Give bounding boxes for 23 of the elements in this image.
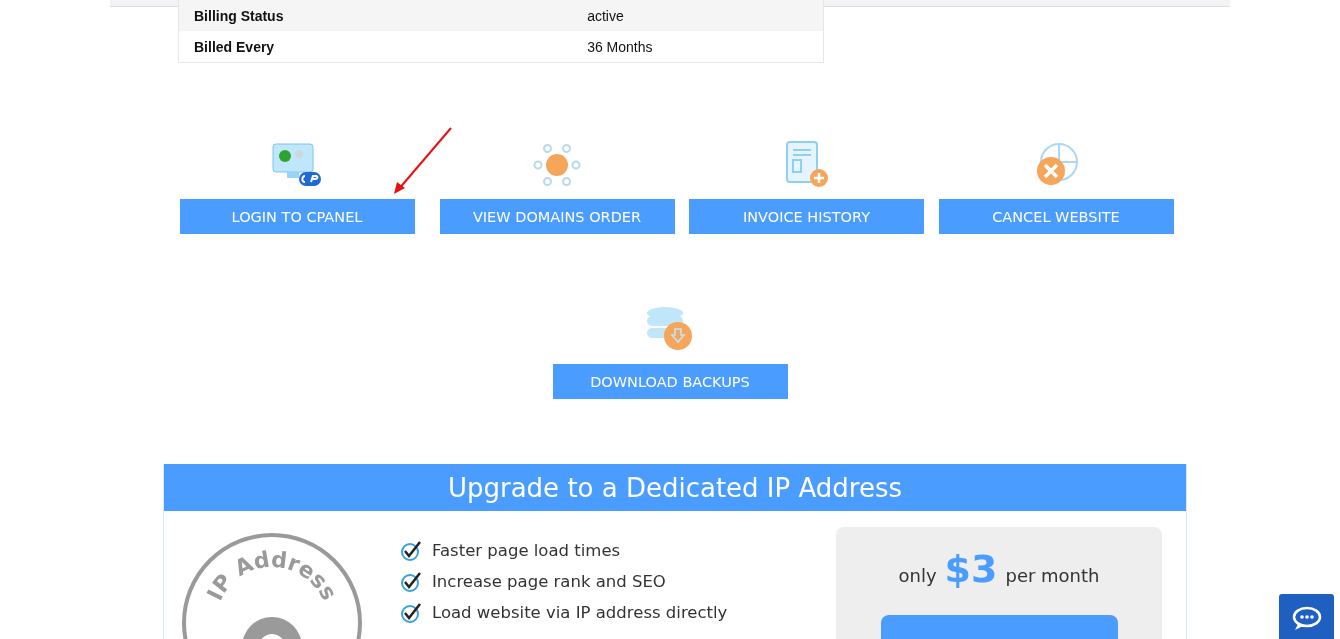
checkmark-icon — [400, 602, 422, 623]
checkmark-icon — [400, 540, 422, 561]
chat-button[interactable] — [1279, 594, 1334, 639]
feature-text: Increase page rank and SEO — [432, 572, 666, 591]
action-button[interactable]: INVOICE HISTORY — [689, 199, 924, 234]
globe-network-icon — [533, 141, 581, 189]
chat-bubble-icon — [1291, 606, 1322, 632]
price-prefix: only — [898, 565, 937, 586]
upgrade-title: Upgrade to a Dedicated IP Address — [164, 464, 1186, 511]
table-cell-text: 36 Months — [587, 38, 654, 55]
table-cell-text: Billing Status — [193, 7, 285, 24]
table-cell-text: Billed Every — [193, 38, 276, 55]
download-backups-button[interactable]: DOWNLOAD BACKUPS — [552, 364, 788, 399]
price-amount: $3 — [944, 547, 998, 591]
feature-text: Faster page load times — [432, 541, 621, 560]
price-suffix: per month — [1005, 565, 1100, 586]
action-button[interactable]: CANCEL WEBSITE — [938, 199, 1174, 234]
action-button[interactable]: VIEW DOMAINS ORDER — [439, 199, 675, 234]
monitor-gear-icon — [271, 142, 323, 188]
action-button[interactable]: LOGIN TO CPANEL — [179, 199, 415, 234]
feature-text: Load website via IP address directly — [432, 603, 728, 622]
table-cell-text: active — [587, 7, 625, 24]
checkmark-icon — [400, 571, 422, 592]
